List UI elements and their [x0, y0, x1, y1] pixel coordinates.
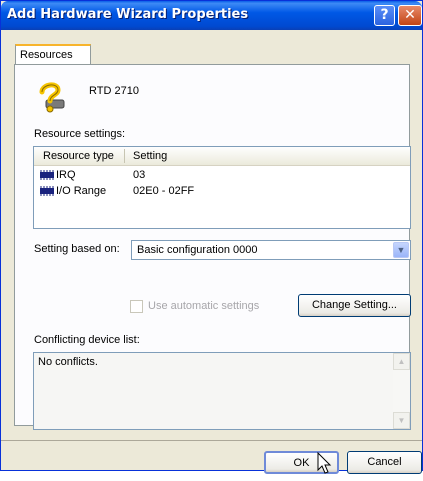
device-name: RTD 2710: [89, 85, 139, 97]
column-setting[interactable]: Setting: [133, 150, 167, 162]
resource-list[interactable]: Resource type Setting IRQ 03 I/O Range 0…: [33, 146, 411, 229]
conflicting-device-text: No conflicts.: [38, 356, 98, 368]
resource-type: I/O Range: [56, 185, 107, 197]
close-icon[interactable]: ✕: [398, 5, 422, 26]
window-title: Add Hardware Wizard Properties: [7, 7, 249, 22]
conflicting-device-list[interactable]: No conflicts. ▲ ▼: [33, 352, 411, 430]
resource-chip-icon: [40, 170, 54, 180]
tab-resources[interactable]: Resources: [15, 44, 91, 65]
resource-type: IRQ: [56, 169, 76, 181]
properties-dialog: Add Hardware Wizard Properties ? ✕ Resou…: [0, 0, 423, 474]
resource-chip-icon: [40, 186, 54, 196]
question-device-icon: [39, 82, 65, 113]
scroll-up-icon[interactable]: ▲: [393, 353, 410, 370]
chevron-down-icon[interactable]: ▼: [393, 242, 409, 258]
cancel-button[interactable]: Cancel: [347, 451, 422, 474]
change-setting-button[interactable]: Change Setting...: [298, 294, 411, 317]
use-automatic-settings-checkbox[interactable]: [130, 300, 143, 313]
setting-based-on-label: Setting based on:: [34, 243, 120, 255]
resource-list-header: Resource type Setting: [34, 147, 410, 166]
column-resource-type[interactable]: Resource type: [43, 150, 114, 162]
use-automatic-settings-label: Use automatic settings: [148, 300, 260, 312]
footer-divider: [1, 440, 422, 441]
title-bar[interactable]: Add Hardware Wizard Properties ? ✕: [1, 1, 422, 30]
resource-row[interactable]: IRQ 03: [34, 168, 410, 183]
resource-row[interactable]: I/O Range 02E0 - 02FF: [34, 184, 410, 199]
conflicting-device-list-label: Conflicting device list:: [34, 334, 140, 346]
setting-based-on-select[interactable]: Basic configuration 0000 ▼: [131, 240, 411, 260]
scroll-down-icon[interactable]: ▼: [393, 412, 410, 429]
mouse-pointer-icon: [317, 452, 332, 474]
setting-based-on-value: Basic configuration 0000: [137, 244, 258, 256]
vertical-scrollbar[interactable]: ▲ ▼: [393, 353, 410, 429]
help-icon[interactable]: ?: [374, 5, 395, 26]
resource-setting: 03: [133, 169, 146, 181]
column-divider[interactable]: [124, 149, 125, 163]
resource-setting: 02E0 - 02FF: [133, 185, 195, 197]
tab-resources-label: Resources: [20, 49, 73, 61]
resource-settings-label: Resource settings:: [34, 128, 126, 140]
